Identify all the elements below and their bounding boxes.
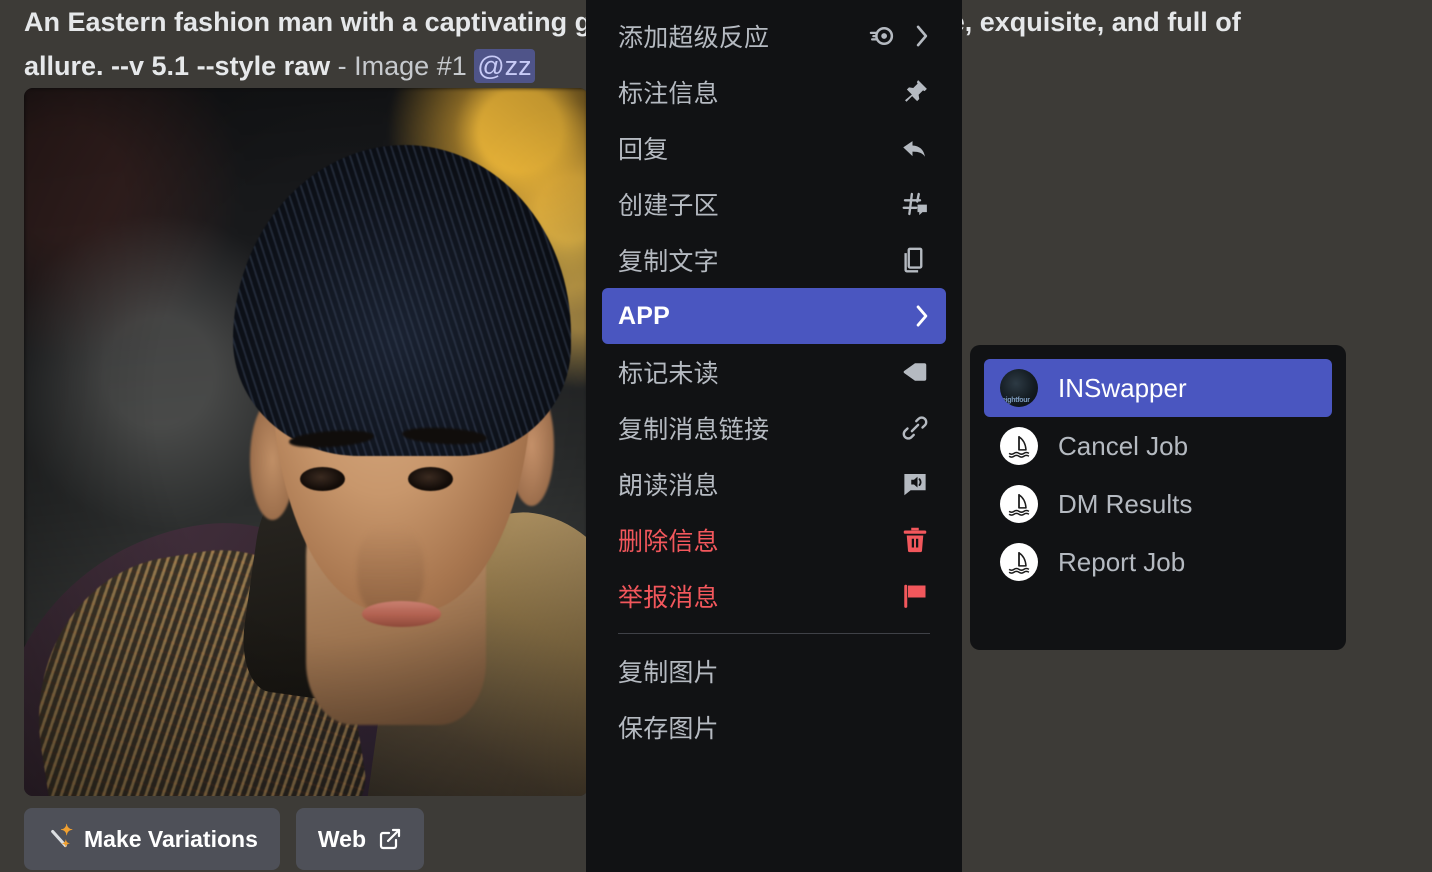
chevron-right-icon — [916, 305, 928, 327]
menu-divider — [618, 633, 930, 634]
image-index-label: Image #1 — [354, 51, 467, 81]
menu-item-label: 标注信息 — [618, 80, 719, 108]
menu-item-pin-message[interactable]: 标注信息 — [602, 64, 946, 120]
menu-item-copy-image[interactable]: 复制图片 — [602, 643, 946, 699]
menu-item-save-image[interactable]: 保存图片 — [602, 699, 946, 755]
flag-icon — [904, 584, 926, 608]
super-reaction-icon — [869, 27, 894, 45]
prompt-text-line2: allure. --v 5.1 --style raw — [24, 51, 331, 81]
make-variations-button[interactable]: ✦ ✦ Make Variations — [24, 808, 280, 870]
reply-arrow-icon — [903, 141, 925, 157]
web-label: Web — [317, 825, 366, 852]
magic-wand-icon: ✦ ✦ — [46, 823, 73, 852]
caption-separator: - — [337, 51, 347, 81]
menu-item-label: 复制文字 — [618, 248, 719, 276]
menu-item-label: APP — [618, 301, 671, 330]
attachment-image[interactable] — [24, 88, 588, 796]
submenu-item-dm-results[interactable]: DM Results — [984, 475, 1332, 533]
menu-item-mark-unread[interactable]: 标记未读 — [602, 344, 946, 400]
menu-item-label: 回复 — [618, 136, 669, 164]
submenu-item-inswapper[interactable]: eightfour INSwapper — [984, 359, 1332, 417]
menu-item-copy-text[interactable]: 复制文字 — [602, 232, 946, 288]
menu-item-label: 添加超级反应 — [618, 24, 770, 52]
menu-item-create-thread[interactable]: 创建子区 — [602, 176, 946, 232]
submenu-item-label: Report Job — [1058, 546, 1186, 577]
copy-icon — [904, 247, 923, 273]
speak-message-icon — [904, 474, 926, 496]
thread-icon — [902, 192, 927, 216]
avatar-caption: eightfour — [1002, 397, 1030, 404]
submenu-item-label: Cancel Job — [1058, 430, 1189, 461]
trash-icon — [903, 527, 927, 553]
chevron-right-icon — [916, 25, 928, 47]
web-button[interactable]: Web — [295, 808, 424, 870]
message-context-menu: 添加超级反应 标注信息 回复 创建子区 复制文字 APP 标记未读 复制消息链接… — [586, 0, 962, 872]
menu-item-label: 复制消息链接 — [618, 416, 770, 444]
midjourney-boat-avatar — [1000, 543, 1038, 581]
photo-vignette — [24, 88, 588, 796]
user-mention[interactable]: @zz — [474, 49, 535, 83]
submenu-item-label: INSwapper — [1058, 372, 1187, 403]
midjourney-boat-avatar — [1000, 427, 1038, 465]
menu-item-delete-message[interactable]: 删除信息 — [602, 512, 946, 568]
menu-item-label: 删除信息 — [618, 528, 719, 556]
menu-item-reply[interactable]: 回复 — [602, 120, 946, 176]
pin-icon — [905, 80, 927, 102]
menu-item-speak-message[interactable]: 朗读消息 — [602, 456, 946, 512]
mark-unread-icon — [903, 363, 927, 381]
menu-item-label: 复制图片 — [618, 659, 719, 687]
menu-item-label: 创建子区 — [618, 192, 719, 220]
submenu-item-cancel-job[interactable]: Cancel Job — [984, 417, 1332, 475]
menu-item-label: 举报消息 — [618, 584, 719, 612]
midjourney-boat-avatar — [1000, 485, 1038, 523]
external-link-icon — [379, 828, 401, 850]
submenu-item-report-job[interactable]: Report Job — [984, 533, 1332, 591]
link-icon — [902, 416, 928, 440]
menu-item-report-message[interactable]: 举报消息 — [602, 568, 946, 624]
menu-item-label: 保存图片 — [618, 715, 719, 743]
menu-item-label: 标记未读 — [618, 360, 719, 388]
image-action-buttons: ✦ ✦ Make Variations Web — [24, 808, 424, 870]
menu-item-add-super-reaction[interactable]: 添加超级反应 — [602, 8, 946, 64]
make-variations-label: Make Variations — [84, 825, 258, 852]
inswapper-avatar: eightfour — [1000, 369, 1038, 407]
submenu-item-label: DM Results — [1058, 488, 1193, 519]
menu-item-label: 朗读消息 — [618, 472, 719, 500]
menu-item-copy-message-link[interactable]: 复制消息链接 — [602, 400, 946, 456]
app-submenu: eightfour INSwapper Cancel Job DM Result… — [970, 345, 1346, 650]
menu-item-app[interactable]: APP — [602, 288, 946, 344]
screen-root: An Eastern fashion man with a captivatin… — [0, 0, 1432, 872]
